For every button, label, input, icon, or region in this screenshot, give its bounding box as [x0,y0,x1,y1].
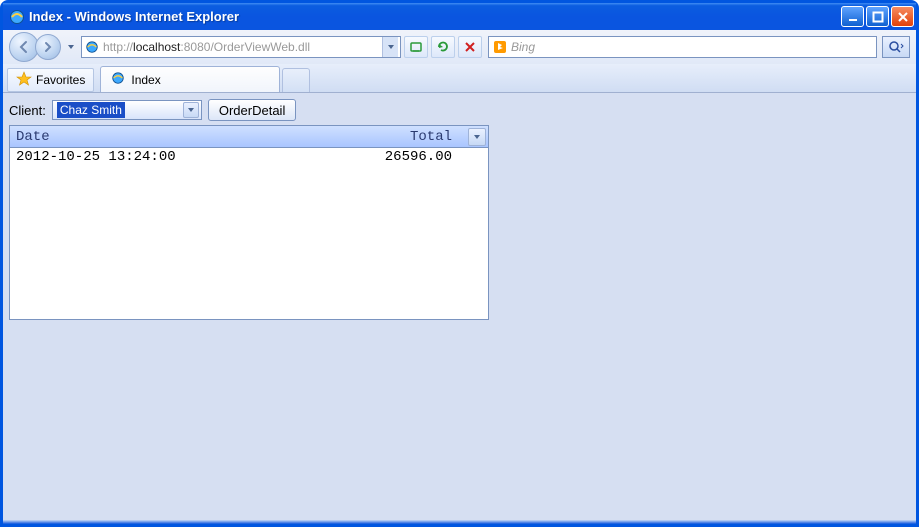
window-title: Index - Windows Internet Explorer [29,9,841,24]
search-box[interactable]: Bing [488,36,877,58]
url-host: localhost [133,40,180,54]
favicon-icon [84,39,100,55]
page-content: Client: Chaz Smith OrderDetail Date Tota… [3,93,916,520]
favorites-label: Favorites [36,73,85,87]
url-prefix: http:// [103,40,133,54]
refresh-button[interactable] [431,36,455,58]
column-total[interactable]: Total [340,129,460,145]
browser-window: Index - Windows Internet Explorer [0,0,919,527]
window-buttons [841,6,914,27]
compat-view-button[interactable] [404,36,428,58]
url-port: :8080 [180,40,210,54]
tab-bar: Favorites Index [3,64,916,92]
browser-chrome: http://localhost:8080/OrderViewWeb.dll B [3,30,916,93]
status-bar [3,520,916,524]
nav-history-dropdown[interactable] [64,43,78,51]
forward-button[interactable] [35,34,61,60]
cell-total: 26596.00 [340,149,460,165]
url-path: /OrderViewWeb.dll [210,40,310,54]
search-button[interactable] [882,36,910,58]
chevron-down-icon [183,102,199,118]
ie-icon [9,9,25,25]
order-detail-button[interactable]: OrderDetail [208,99,296,121]
grid-body: 2012-10-25 13:24:00 26596.00 [10,148,488,319]
stop-button[interactable] [458,36,482,58]
new-tab-button[interactable] [282,68,310,92]
client-select-value: Chaz Smith [57,102,125,118]
maximize-button[interactable] [866,6,889,27]
tab-label: Index [131,73,160,87]
column-date[interactable]: Date [10,129,340,145]
toolbar: http://localhost:8080/OrderViewWeb.dll B [3,30,916,64]
table-row[interactable]: 2012-10-25 13:24:00 26596.00 [10,148,488,166]
minimize-button[interactable] [841,6,864,27]
bing-icon [492,39,508,55]
close-button[interactable] [891,6,914,27]
search-placeholder: Bing [511,40,873,54]
client-select[interactable]: Chaz Smith [52,100,202,120]
address-bar[interactable]: http://localhost:8080/OrderViewWeb.dll [81,36,401,58]
url-text[interactable]: http://localhost:8080/OrderViewWeb.dll [103,40,382,54]
nav-buttons [9,32,61,62]
grid-header: Date Total [10,126,488,148]
cell-date: 2012-10-25 13:24:00 [10,149,340,165]
tab-favicon-icon [111,71,125,88]
star-icon [16,71,32,90]
client-label: Client: [9,103,46,118]
title-bar: Index - Windows Internet Explorer [3,3,916,30]
favorites-button[interactable]: Favorites [7,68,94,92]
tab-active[interactable]: Index [100,66,280,92]
client-row: Client: Chaz Smith OrderDetail [9,99,910,121]
address-dropdown[interactable] [382,37,398,57]
orders-grid: Date Total 2012-10-25 13:24:00 26596.00 [9,125,489,320]
grid-menu-button[interactable] [468,128,486,146]
